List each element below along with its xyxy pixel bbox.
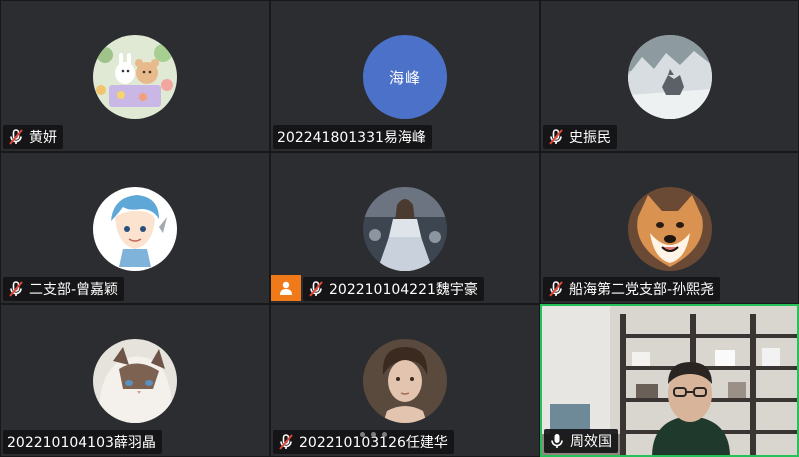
participant-tile[interactable]: 202210104103薛羽晶 (0, 304, 270, 457)
avatar (363, 187, 447, 271)
participant-name: 二支部-曾嘉颖 (29, 282, 119, 298)
avatar (627, 187, 712, 271)
participant-tile-speaking[interactable]: 周效国 (540, 304, 799, 457)
participant-name: 周效国 (570, 434, 612, 450)
mic-muted-icon (9, 281, 23, 297)
nameplate: 黄妍 (3, 125, 63, 149)
host-badge (271, 275, 301, 301)
avatar (93, 339, 177, 423)
nameplate: 二支部-曾嘉颖 (3, 277, 125, 301)
participant-name: 202210104221魏宇豪 (329, 282, 478, 298)
participant-tile[interactable]: 海峰 202241801331易海峰 (270, 0, 540, 152)
participant-tile[interactable]: 202210103126任建华 (270, 304, 540, 457)
avatar-initials: 海峰 (388, 68, 421, 87)
mic-muted-icon (9, 129, 23, 145)
page-dot[interactable] (371, 432, 376, 437)
mic-muted-icon (549, 129, 563, 145)
avatar (627, 35, 712, 119)
participant-grid: 黄妍 海峰 202241801331易海峰 史振民 二支部-曾嘉颖 202210… (0, 0, 799, 457)
mic-muted-icon (549, 281, 563, 297)
nameplate: 202210104221魏宇豪 (303, 277, 484, 301)
nameplate: 周效国 (544, 429, 618, 453)
participant-name: 船海第二党支部-孙熙尧 (569, 282, 715, 298)
participant-tile[interactable]: 202210104221魏宇豪 (270, 152, 540, 304)
participant-tile[interactable]: 黄妍 (0, 0, 270, 152)
participant-tile[interactable]: 船海第二党支部-孙熙尧 (540, 152, 799, 304)
mic-muted-icon (279, 434, 293, 450)
page-indicator[interactable] (360, 432, 387, 437)
nameplate: 船海第二党支部-孙熙尧 (543, 277, 721, 301)
avatar: 海峰 (363, 35, 447, 119)
participant-name: 史振民 (569, 130, 611, 146)
avatar (93, 35, 177, 119)
participant-name: 202241801331易海峰 (277, 130, 426, 146)
avatar (93, 187, 177, 271)
nameplate: 史振民 (543, 125, 617, 149)
participant-name: 黄妍 (29, 130, 57, 146)
mic-muted-icon (309, 281, 323, 297)
nameplate: 202210104103薛羽晶 (3, 430, 162, 454)
mic-icon (551, 434, 563, 448)
avatar (363, 339, 447, 423)
user-icon (280, 281, 292, 295)
participant-tile[interactable]: 二支部-曾嘉颖 (0, 152, 270, 304)
page-dot[interactable] (382, 432, 387, 437)
nameplate: 202241801331易海峰 (273, 125, 432, 149)
participant-name: 202210104103薛羽晶 (7, 435, 156, 451)
page-dot[interactable] (360, 432, 365, 437)
participant-tile[interactable]: 史振民 (540, 0, 799, 152)
